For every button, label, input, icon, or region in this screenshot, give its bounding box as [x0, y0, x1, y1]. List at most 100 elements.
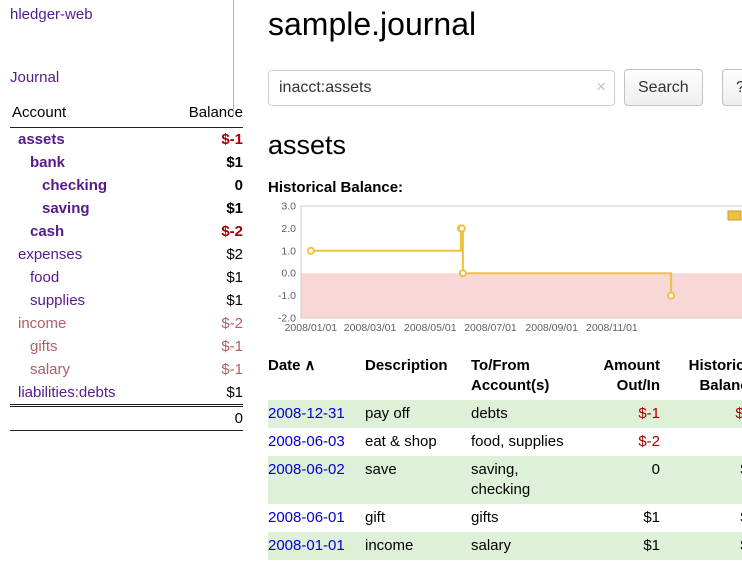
y-tick-label: -1.0: [278, 290, 296, 302]
account-row: expenses $2: [10, 243, 243, 266]
x-tick-label: 2008/11/01: [586, 322, 638, 334]
account-balance: $-2: [162, 312, 243, 335]
sidebar-account-food[interactable]: food: [10, 269, 59, 286]
transaction-balance: $2: [662, 456, 742, 504]
help-button[interactable]: ?: [722, 69, 742, 106]
data-point-marker: [459, 225, 465, 231]
account-row: gifts $-1: [10, 335, 243, 358]
register-table: Date∧DescriptionTo/FromAccount(s)AmountO…: [268, 354, 742, 560]
data-point-marker: [460, 270, 466, 276]
accounts-header-row: Account Balance: [10, 102, 243, 128]
journal-title: sample.journal: [268, 6, 742, 43]
transaction-amount: $1: [577, 532, 662, 560]
transaction-accounts: saving, checking: [471, 456, 577, 504]
legend-swatch: [728, 211, 741, 220]
account-row: checking 0: [10, 174, 243, 197]
register-row: 2008-06-03 eat & shopfood, supplies$-20: [268, 428, 742, 456]
clear-search-icon[interactable]: ×: [596, 77, 606, 97]
y-tick-label: 3.0: [281, 201, 296, 213]
account-balance: $-1: [162, 335, 243, 358]
account-balance: $2: [162, 243, 243, 266]
register-column-header[interactable]: Date∧: [268, 354, 365, 400]
y-tick-label: 0.0: [281, 268, 296, 280]
register-row: 2008-01-01incomesalary$1$1: [268, 532, 742, 560]
sidebar-account-liabilitiesdebts[interactable]: liabilities:debts: [10, 384, 116, 401]
transaction-date-link[interactable]: 2008-06-02: [268, 461, 345, 478]
x-tick-label: 2008/07/01: [464, 322, 517, 334]
account-balance: $1: [162, 151, 243, 174]
sidebar-account-expenses[interactable]: expenses: [10, 246, 82, 263]
register-column-header: Description: [365, 354, 471, 400]
balance-chart: 3.02.01.00.0-1.0-2.02008/01/012008/03/01…: [268, 200, 742, 346]
sort-ascending-icon: ∧: [305, 357, 316, 374]
account-row: assets $-1: [10, 128, 243, 152]
transaction-accounts: gifts: [471, 504, 577, 532]
transaction-date-link[interactable]: 2008-12-31: [268, 405, 345, 422]
app-brand: hledger-web: [10, 6, 243, 23]
transaction-amount: $-1: [577, 400, 662, 428]
accounts-header-account: Account: [10, 102, 162, 128]
account-row: supplies$1: [10, 289, 243, 312]
register-row: 2008-06-02 savesaving, checking0$2: [268, 456, 742, 504]
accounts-table: Account Balance assets $-1 bank $1 checking 0…: [10, 102, 243, 431]
chart-title: Historical Balance:: [268, 179, 742, 196]
account-balance: $-1: [162, 358, 243, 381]
transaction-balance: $1: [662, 532, 742, 560]
search-form: × Search ?: [268, 69, 742, 106]
transaction-amount: $1: [577, 504, 662, 532]
account-balance: 0: [162, 174, 243, 197]
accounts-total-balance: 0: [162, 406, 243, 431]
transaction-description: gift: [365, 504, 471, 532]
search-button[interactable]: Search: [624, 69, 703, 106]
account-row: cash $-2: [10, 220, 243, 243]
account-balance: $-1: [162, 128, 243, 152]
sidebar-account-salary[interactable]: salary: [10, 361, 70, 378]
sidebar-account-bank[interactable]: bank: [10, 154, 65, 171]
register-row: 2008-06-01 giftgifts$1$2: [268, 504, 742, 532]
brand-link[interactable]: hledger-web: [10, 6, 93, 23]
x-tick-label: 2008/09/01: [525, 322, 578, 334]
sidebar-account-cash[interactable]: cash: [10, 223, 64, 240]
register-body: 2008-12-31pay offdebts$-1$-12008-06-03ea…: [268, 400, 742, 560]
accounts-total-spacer: [10, 406, 162, 431]
transaction-amount: $-2: [577, 428, 662, 456]
sidebar: hledger-web Journal Account Balance asse…: [0, 0, 253, 560]
transaction-balance: 0: [662, 428, 742, 456]
register-column-header: To/FromAccount(s): [471, 354, 577, 400]
sidebar-account-saving[interactable]: saving: [10, 200, 90, 217]
account-row: saving$1: [10, 197, 243, 220]
transaction-date-link[interactable]: 2008-01-01: [268, 537, 345, 554]
account-balance: $-2: [162, 220, 243, 243]
sidebar-account-income[interactable]: income: [10, 315, 66, 332]
y-tick-label: 2.0: [281, 223, 296, 235]
account-row: liabilities:debts$1: [10, 381, 243, 406]
transaction-description: save: [365, 456, 471, 504]
search-input[interactable]: [268, 70, 615, 106]
x-tick-label: 2008/05/01: [404, 322, 457, 334]
register-column-header: AmountOut/In: [577, 354, 662, 400]
account-row: bank $1: [10, 151, 243, 174]
transaction-balance: $2: [662, 504, 742, 532]
transaction-amount: 0: [577, 456, 662, 504]
negative-region: [301, 273, 742, 318]
account-balance: $1: [162, 266, 243, 289]
search-box: ×: [268, 70, 615, 106]
sidebar-account-gifts[interactable]: gifts: [10, 338, 58, 355]
account-row: income $-2: [10, 312, 243, 335]
transaction-date-link[interactable]: 2008-06-03: [268, 433, 345, 450]
transaction-date-link[interactable]: 2008-06-01: [268, 509, 345, 526]
register-column-header: HistoricalBalance: [662, 354, 742, 400]
sidebar-account-checking[interactable]: checking: [10, 177, 107, 194]
x-tick-label: 2008/03/01: [344, 322, 397, 334]
data-point-marker: [308, 248, 314, 254]
account-row: food $1: [10, 266, 243, 289]
transaction-description: eat & shop: [365, 428, 471, 456]
sidebar-account-supplies[interactable]: supplies: [10, 292, 85, 309]
transaction-description: pay off: [365, 400, 471, 428]
app-layout: hledger-web Journal Account Balance asse…: [0, 0, 742, 560]
sidebar-account-assets[interactable]: assets: [10, 131, 65, 148]
register-row: 2008-12-31pay offdebts$-1$-1: [268, 400, 742, 428]
nav-journal-link[interactable]: Journal: [10, 69, 243, 86]
account-title: assets: [268, 130, 742, 161]
transaction-accounts: food, supplies: [471, 428, 577, 456]
